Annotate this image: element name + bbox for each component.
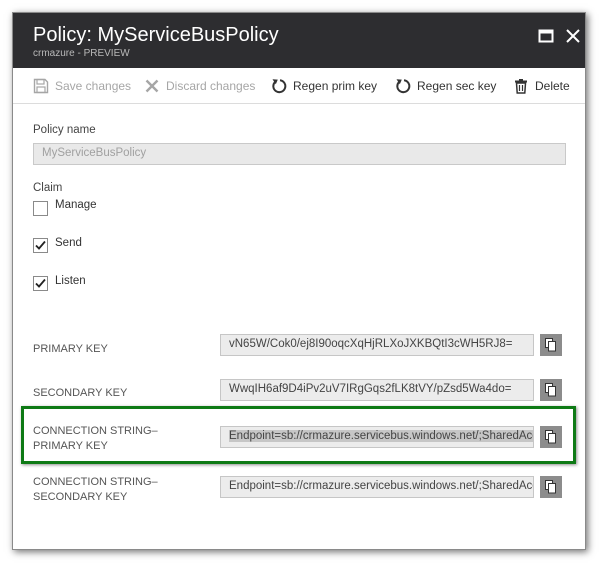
subtitle-namespace: crmazure <box>33 48 75 59</box>
policy-blade: Policy: MyServiceBusPolicy crmazure - Pr… <box>12 12 586 550</box>
checkmark-icon <box>35 240 46 250</box>
connection-string-secondary-field[interactable]: Endpoint=sb://crmazure.servicebus.window… <box>220 476 534 498</box>
copy-icon <box>545 480 556 494</box>
send-checkbox[interactable] <box>33 238 48 253</box>
regen-primary-key-button[interactable]: Regen prim key <box>271 68 377 104</box>
checkmark-icon <box>35 278 46 288</box>
claim-label: Claim <box>33 182 63 194</box>
copy-primary-key-button[interactable] <box>540 334 562 356</box>
copy-connection-string-secondary-button[interactable] <box>540 476 562 498</box>
save-button-label: Save changes <box>55 79 132 93</box>
regen-primary-key-label: Regen prim key <box>293 79 378 93</box>
primary-key-field[interactable]: vN65W/Cok0/ej8I90oqcXqHjRLXoJXKBQtI3cWH5… <box>220 334 534 356</box>
copy-icon <box>545 430 556 444</box>
blade-title: Policy: MyServiceBusPolicy <box>33 24 279 46</box>
refresh-icon <box>271 78 287 94</box>
save-icon <box>33 78 49 94</box>
connection-string-secondary-label: Connection string– secondary key <box>33 475 158 505</box>
policy-name-label: Policy name <box>33 124 96 136</box>
trash-icon <box>513 78 529 94</box>
maximize-icon[interactable] <box>537 27 555 45</box>
subtitle-preview: Preview <box>83 48 130 59</box>
save-button[interactable]: Save changes <box>33 68 131 104</box>
copy-icon <box>545 338 556 352</box>
delete-button[interactable]: Delete <box>513 68 570 104</box>
connection-string-primary-label-line1: Connection string– <box>33 425 158 437</box>
primary-key-label: Primary key <box>33 343 108 355</box>
manage-checkbox[interactable] <box>33 201 48 216</box>
policy-form: Policy name MyServiceBusPolicy Claim Man… <box>13 104 585 549</box>
send-checkbox-label: Send <box>55 237 82 249</box>
listen-checkbox[interactable] <box>33 276 48 291</box>
copy-connection-string-primary-button[interactable] <box>540 426 562 448</box>
connection-string-primary-label: Connection string– primary key <box>33 424 158 454</box>
command-bar: Save changes Discard changes Regen prim … <box>13 68 585 104</box>
secondary-key-label: Secondary key <box>33 387 128 399</box>
secondary-key-field[interactable]: WwqIH6af9D4iPv2uV7IRgGqs2fLK8tVY/pZsd5Wa… <box>220 379 534 401</box>
connection-string-secondary-label-line1: Connection string– <box>33 476 158 488</box>
copy-secondary-key-button[interactable] <box>540 379 562 401</box>
close-icon[interactable] <box>564 27 582 45</box>
discard-button-label: Discard changes <box>166 79 256 93</box>
discard-button[interactable]: Discard changes <box>144 68 255 104</box>
policy-name-field[interactable]: MyServiceBusPolicy <box>33 143 566 165</box>
refresh-icon <box>395 78 411 94</box>
discard-icon <box>144 78 160 94</box>
delete-button-label: Delete <box>535 79 570 93</box>
connection-string-primary-field[interactable]: Endpoint=sb://crmazure.servicebus.window… <box>220 426 534 448</box>
connection-string-primary-label-line2: primary key <box>33 440 108 452</box>
subtitle-separator: - <box>74 48 84 59</box>
manage-checkbox-label: Manage <box>55 199 97 211</box>
regen-secondary-key-button[interactable]: Regen sec key <box>395 68 496 104</box>
copy-icon <box>545 383 556 397</box>
connection-string-secondary-label-line2: secondary key <box>33 491 128 503</box>
listen-checkbox-label: Listen <box>55 275 86 287</box>
connection-string-primary-value: Endpoint=sb://crmazure.servicebus.window… <box>229 430 533 442</box>
blade-subtitle: crmazure - Preview <box>33 48 130 59</box>
regen-secondary-key-label: Regen sec key <box>417 79 497 93</box>
blade-header: Policy: MyServiceBusPolicy crmazure - Pr… <box>13 13 585 68</box>
